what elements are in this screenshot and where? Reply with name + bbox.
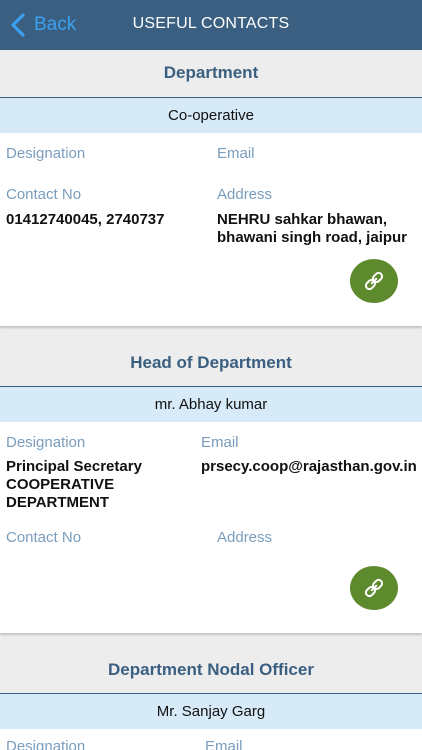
section-heading-nodal-officer: Department Nodal Officer [108,660,314,679]
email-label: Email [205,738,243,750]
department-card: Designation Email Contact No Address 014… [0,133,422,326]
contact-label: Contact No [6,529,82,546]
head-name-bar: mr. Abhay kumar [0,386,422,422]
address-label: Address [217,529,273,546]
email-label: Email [201,434,239,451]
department-link-button[interactable] [350,259,398,303]
designation-label: Designation [6,434,86,451]
page-title: USEFUL CONTACTS [132,15,290,32]
link-icon [364,271,384,291]
head-of-department-card: Designation Email Principal Secretary CO… [0,422,422,633]
link-icon [364,578,384,598]
nav-bar: Back USEFUL CONTACTS [0,0,422,50]
email-label: Email [217,145,255,162]
department-name-bar: Co-operative [0,97,422,133]
designation-value: Principal Secretary COOPERATIVE DEPARTME… [6,458,142,511]
nodal-officer-card: Designation Email [0,729,422,750]
address-label: Address [217,186,273,203]
nodal-officer-name-bar: Mr. Sanjay Garg [0,693,422,729]
contact-value[interactable]: 01412740045, 2740737 [6,211,211,229]
head-link-button[interactable] [350,566,398,610]
designation-label: Designation [6,738,86,750]
section-heading-head-of-department: Head of Department [130,353,292,372]
email-value[interactable]: prsecy.coop@rajasthan.gov.in [201,458,421,476]
section-heading-department: Department [163,63,259,82]
designation-label: Designation [6,145,86,162]
address-value: NEHRU sahkar bhawan, bhawani singh road,… [217,211,408,246]
contact-label: Contact No [6,186,82,203]
